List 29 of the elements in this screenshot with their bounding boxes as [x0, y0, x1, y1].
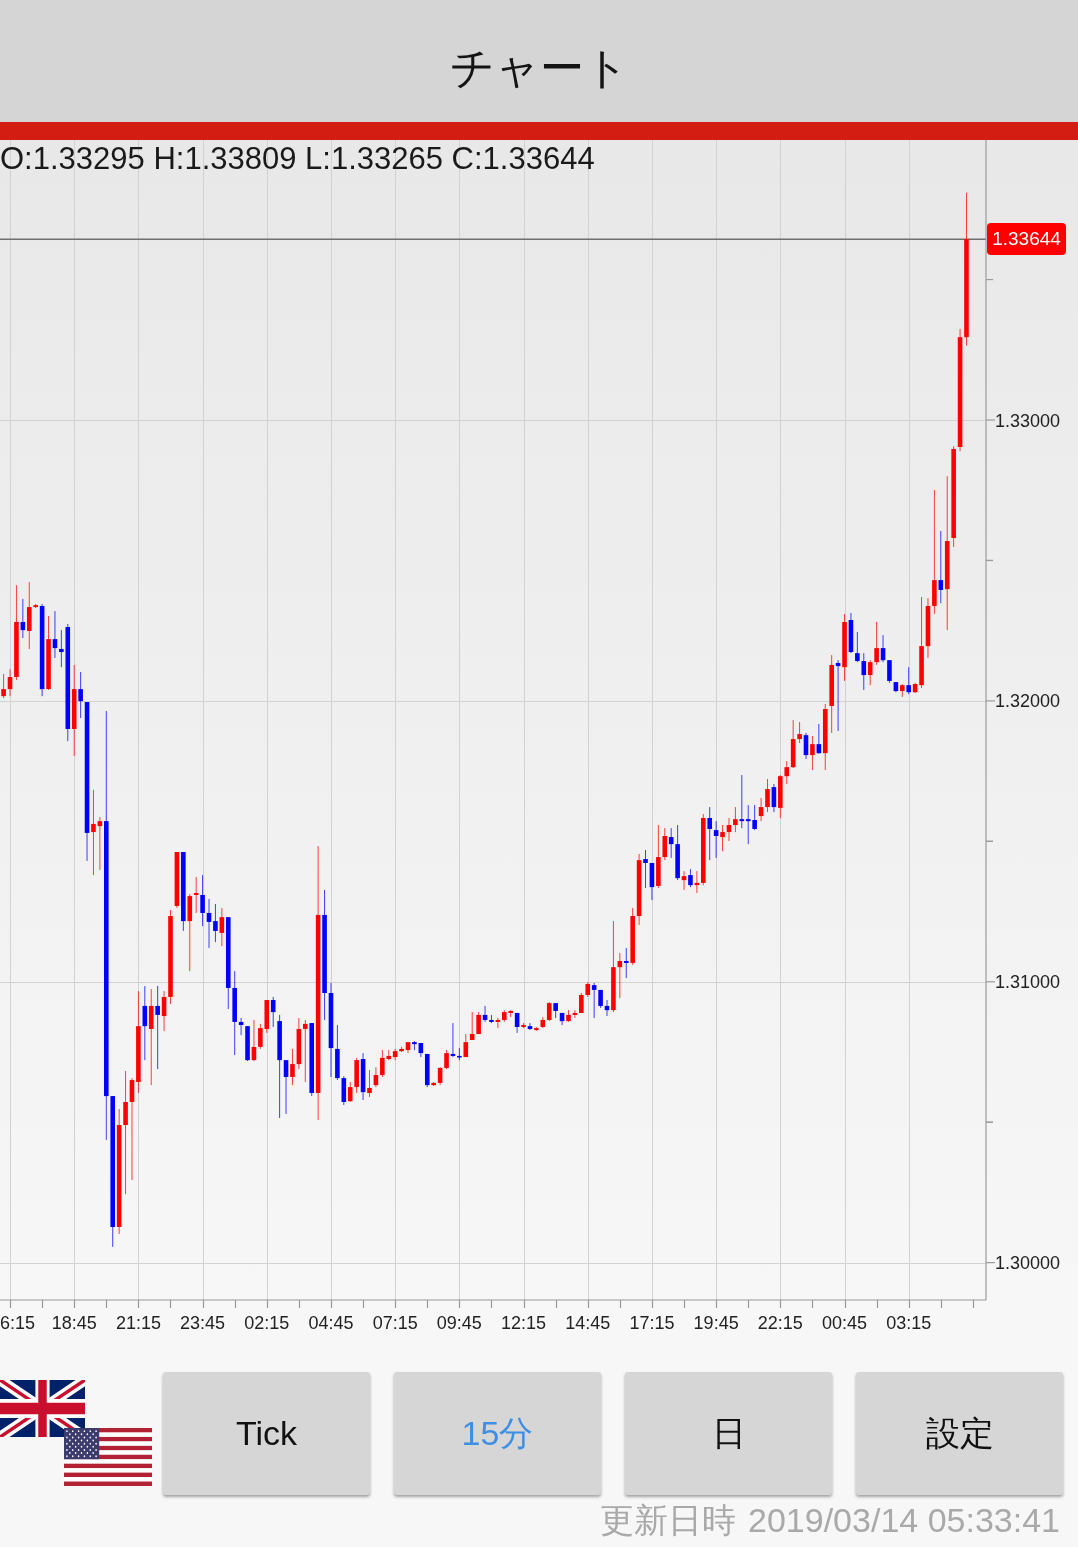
time-axis-label: 02:15	[244, 1313, 290, 1333]
time-axis-label: 09:45	[436, 1313, 482, 1333]
time-axis-label: 00:45	[822, 1313, 868, 1333]
screen-title: チャート	[449, 43, 629, 93]
update-timestamp: 2019/03/14 05:33:41	[748, 1501, 1060, 1541]
price-axis-label: 1.31000	[995, 972, 1061, 993]
price-axis-label: 1.30000	[995, 1253, 1061, 1274]
update-label: 更新日時	[600, 1501, 737, 1541]
time-axis-label: 03:15	[886, 1313, 932, 1333]
price-axis-label: 1.33000	[995, 410, 1061, 431]
time-axis-label: 04:45	[308, 1313, 354, 1333]
timeframe-button[interactable]: Tick	[163, 1372, 370, 1495]
time-axis-label: 14:45	[565, 1313, 611, 1333]
time-axis-label: 17:15	[629, 1313, 675, 1333]
time-axis-label: 18:45	[51, 1313, 97, 1333]
time-axis-label: 22:15	[757, 1313, 803, 1333]
time-axis-label: 19:45	[693, 1313, 739, 1333]
time-axis-label: 6:15	[0, 1313, 36, 1333]
time-axis-label: 12:15	[501, 1313, 547, 1333]
current-price-label: 1.33644	[987, 223, 1066, 256]
time-axis-label: 07:15	[372, 1313, 418, 1333]
british-flag-icon	[0, 1380, 85, 1437]
price-axis-label: 1.32000	[995, 691, 1061, 712]
american-flag-icon	[64, 1428, 152, 1486]
timeframe-button[interactable]: 日	[625, 1372, 832, 1495]
timeframe-button[interactable]: 設定	[856, 1372, 1063, 1495]
ohlc-readout: O:1.33295 H:1.33809 L:1.33265 C:1.33644	[0, 141, 595, 176]
time-axis-label: 21:15	[115, 1313, 161, 1333]
time-axis-label: 23:45	[180, 1313, 226, 1333]
